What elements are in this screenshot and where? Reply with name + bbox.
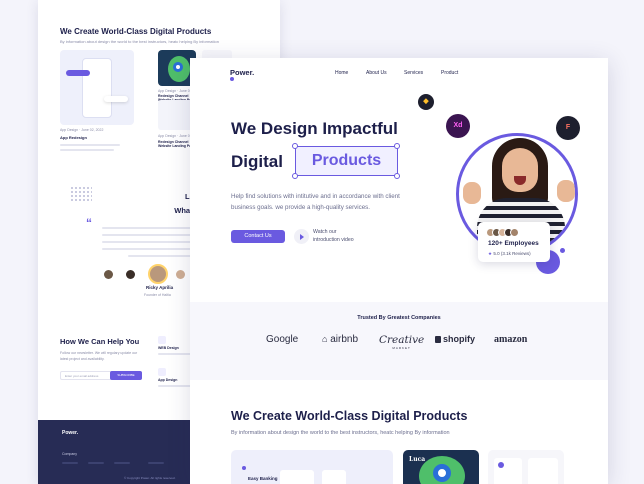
text-line xyxy=(158,385,194,387)
phone-mockup xyxy=(322,470,346,484)
reviewer-name: Ricky Aprilia xyxy=(146,285,174,290)
airbnb-logo: ⌂ airbnb xyxy=(322,334,358,345)
shopify-wordmark: shopify xyxy=(443,334,476,344)
selection-handle xyxy=(394,143,400,149)
phone-mockup xyxy=(280,470,314,484)
portrait-hand-right xyxy=(557,180,575,202)
text-line xyxy=(158,353,194,355)
contact-us-button[interactable]: Contact Us xyxy=(231,230,285,243)
creative-submark: MARKET xyxy=(392,346,411,350)
hero-headline-line2: Digital xyxy=(231,152,283,171)
dot-pattern xyxy=(70,186,92,202)
nav-product[interactable]: Product xyxy=(441,70,458,76)
logo-mark xyxy=(230,77,234,81)
brand-logo[interactable]: Power. xyxy=(230,68,254,77)
airbnb-icon: ⌂ xyxy=(322,334,328,344)
selection-handle xyxy=(292,173,298,179)
footer-copyright: © Copyright Power. All rights reserved. xyxy=(124,476,176,480)
watch-video-label[interactable]: Watch our introduction video xyxy=(313,229,354,244)
reviewer-avatar[interactable] xyxy=(104,270,113,279)
figma-icon: F xyxy=(556,116,580,140)
sketch-icon: ◆ xyxy=(418,94,434,110)
quote-icon: “ xyxy=(86,216,92,230)
web-design-icon xyxy=(158,336,166,344)
luca-card-label: Luca xyxy=(409,456,426,463)
hero-description: Help find solutions with intitutive and … xyxy=(231,193,400,211)
rating-text: 5.0 (3.1k Reviews) xyxy=(493,251,531,256)
subscribe-button[interactable]: SUBSCRIBE xyxy=(110,371,142,380)
banking-card-label: Easy Banking xyxy=(248,476,278,481)
creative-market-logo: Creative MARKET xyxy=(379,334,424,350)
ui-pill xyxy=(66,70,90,76)
products-section-title: We Create World-Class Digital Products xyxy=(231,409,468,423)
employees-count: 120+ Employees xyxy=(488,240,539,247)
service-web-design: WEB Design xyxy=(158,346,179,350)
footer-logo[interactable]: Power. xyxy=(62,430,78,436)
selection-handle xyxy=(292,143,298,149)
nav-home[interactable]: Home xyxy=(335,70,348,76)
reviewer-avatar-active[interactable] xyxy=(148,264,168,284)
app-design-icon xyxy=(158,368,166,376)
footer-company-label: Company xyxy=(62,452,77,456)
reviewer-role: Founder of Haltia xyxy=(144,293,171,297)
text-line xyxy=(60,149,114,151)
back-heading: We Create World-Class Digital Products xyxy=(60,27,212,36)
nav-services[interactable]: Services xyxy=(404,70,423,76)
service-app-design: App Design xyxy=(158,378,178,382)
case-study-thumbnail-1[interactable] xyxy=(60,50,134,125)
footer-link[interactable] xyxy=(62,462,78,464)
footer-link[interactable] xyxy=(114,462,130,464)
hero-headline-line1: We Design Impactful xyxy=(231,119,398,138)
dashboard-avatar xyxy=(498,462,504,468)
portrait-hand-left xyxy=(463,182,481,204)
landing-page-mockup: Power. Home About Us Services Product We… xyxy=(190,58,608,484)
reviewer-avatar[interactable] xyxy=(126,270,135,279)
shopify-bag-icon xyxy=(435,336,441,343)
card-dot xyxy=(242,466,246,470)
google-logo: Google xyxy=(266,334,299,345)
product-card-luca[interactable]: Luca xyxy=(403,450,479,484)
rating: ★ 5.0 (3.1k Reviews) xyxy=(488,251,531,257)
employee-avatar xyxy=(510,228,519,237)
selection-handle xyxy=(394,173,400,179)
help-heading: How We Can Help You xyxy=(60,337,140,346)
back-subheading: By information about design the world to… xyxy=(60,39,219,44)
case1-meta: App Design · June 02, 2022 xyxy=(60,128,104,132)
footer-link[interactable] xyxy=(88,462,104,464)
star-icon: ★ xyxy=(488,251,493,256)
employees-card: 120+ Employees ★ 5.0 (3.1k Reviews) xyxy=(478,222,550,262)
shopify-logo: shopify xyxy=(435,334,475,344)
nav-about-us[interactable]: About Us xyxy=(366,70,387,76)
headline-highlight-word: Products xyxy=(311,152,382,169)
headline-highlight-box: Products xyxy=(295,146,398,176)
product-card-dashboard[interactable] xyxy=(488,450,564,484)
creative-wordmark: Creative xyxy=(379,334,425,346)
watch-label-line1: Watch our xyxy=(313,229,337,235)
play-video-icon[interactable] xyxy=(294,229,309,244)
case1-title[interactable]: App Redesign xyxy=(60,135,87,140)
watch-label-line2: introduction video xyxy=(313,236,354,243)
portrait-face xyxy=(502,148,538,192)
trusted-heading: Trusted By Greatest Companies xyxy=(357,315,441,321)
amazon-logo: amazon xyxy=(494,334,528,345)
footer-link[interactable] xyxy=(148,462,164,464)
ui-pill xyxy=(104,96,128,102)
monster-eye xyxy=(433,464,451,482)
airbnb-wordmark: airbnb xyxy=(330,334,359,345)
monster-eye xyxy=(173,62,183,72)
dashboard-panel xyxy=(528,458,558,484)
help-description: Follow our newsletter. We will regulary … xyxy=(60,351,138,361)
decor-dot xyxy=(560,248,565,253)
reviewer-avatar[interactable] xyxy=(176,270,185,279)
text-line xyxy=(60,144,120,146)
phone-mockup xyxy=(82,58,112,118)
adobe-xd-icon: Xd xyxy=(446,114,470,138)
products-section-subtitle: By information about design the world to… xyxy=(231,430,450,436)
text-line xyxy=(128,255,198,257)
